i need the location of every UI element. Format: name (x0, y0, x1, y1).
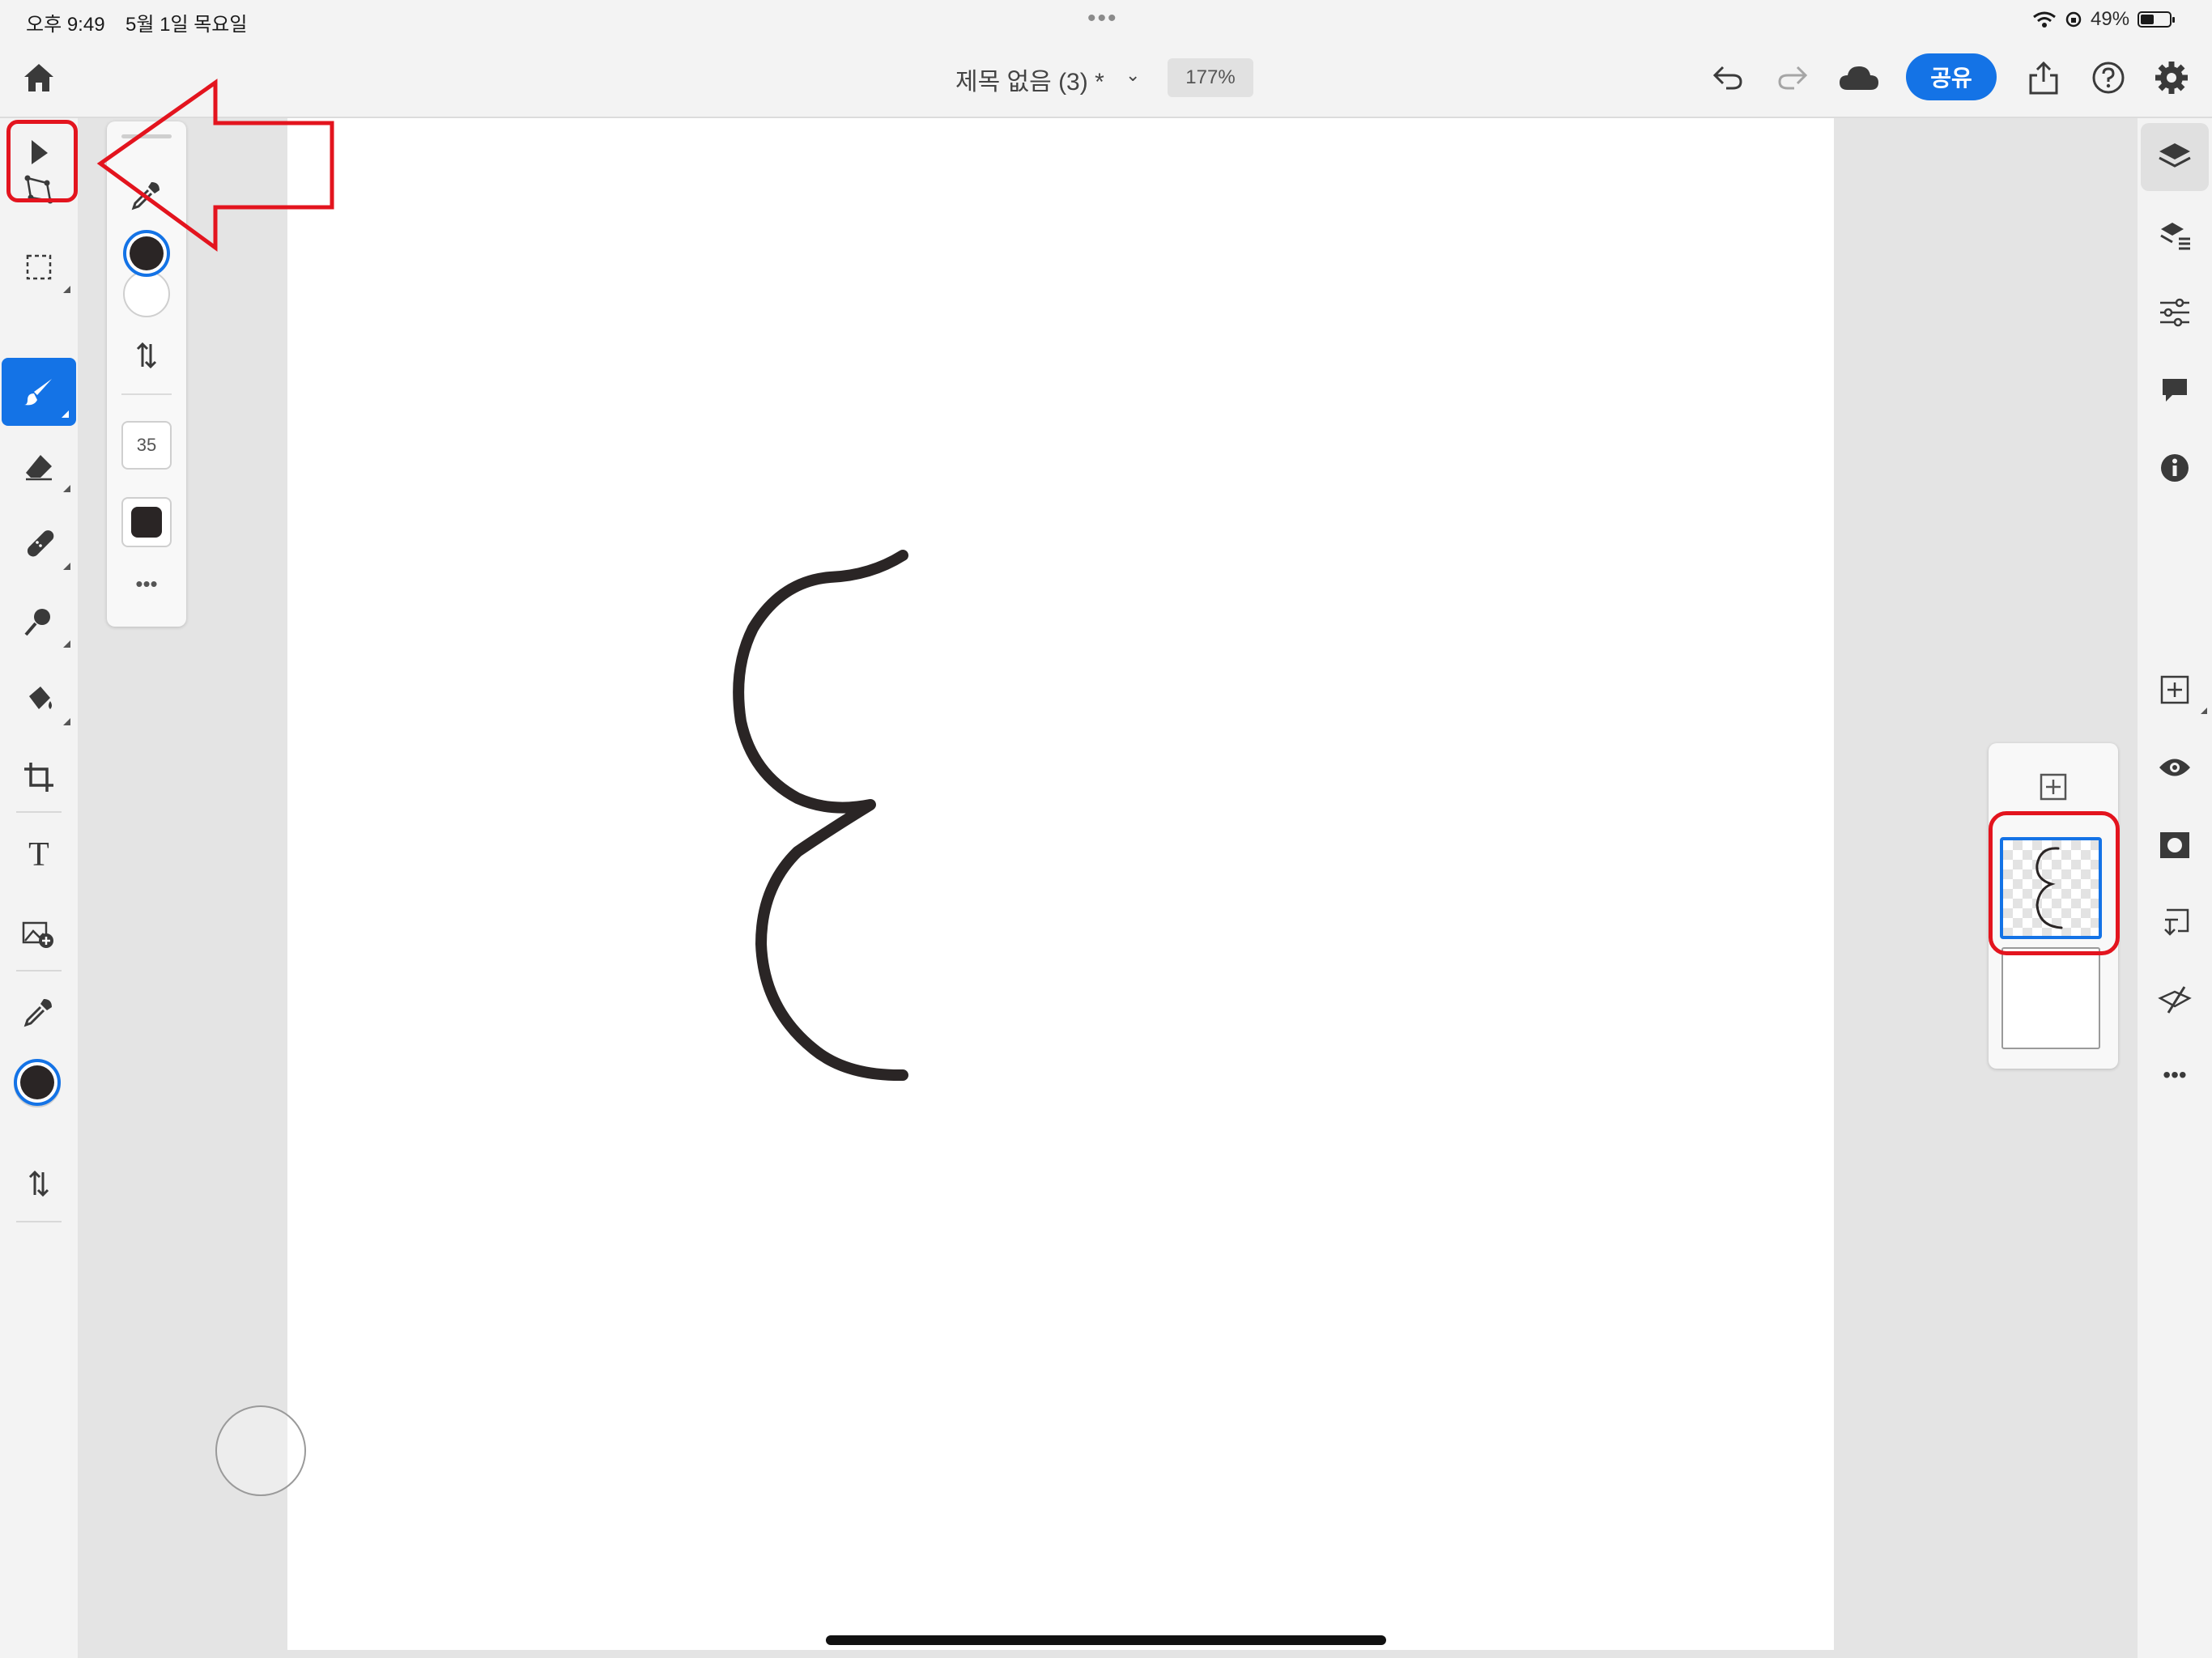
add-layer-icon[interactable] (2138, 656, 2212, 724)
zoom-level[interactable]: 177% (1168, 58, 1253, 97)
brush-tip-shape[interactable] (121, 497, 172, 547)
panel-divider (121, 393, 172, 395)
wifi-icon (2033, 11, 2056, 28)
foreground-color-swatch[interactable] (14, 1059, 61, 1106)
flyout-indicator (62, 410, 69, 418)
status-right: 49% (2032, 8, 2176, 31)
flyout-indicator (63, 640, 70, 648)
export-icon[interactable] (2023, 57, 2065, 99)
toolbar-divider (16, 1221, 62, 1222)
adjustments-icon[interactable] (2138, 278, 2212, 346)
brush-tool[interactable] (2, 358, 76, 426)
flyout-indicator (63, 485, 70, 492)
place-image-tool[interactable] (0, 899, 78, 967)
type-tool-glyph: T (28, 836, 49, 874)
status-date: 5월 1일 목요일 (125, 14, 248, 36)
home-indicator (826, 1635, 1386, 1645)
flyout-indicator (63, 286, 70, 293)
settings-icon[interactable] (2150, 57, 2193, 99)
document-title[interactable]: 제목 없음 (3) * (955, 62, 1104, 97)
annotation-highlight-select-tool (6, 120, 78, 202)
flyout-indicator (63, 563, 70, 570)
share-button[interactable]: 공유 (1906, 53, 1997, 100)
swap-colors-icon[interactable] (125, 334, 168, 377)
status-time: 오후 9:49 (26, 14, 105, 36)
home-icon[interactable] (18, 57, 60, 99)
orientation-lock-icon (2065, 11, 2082, 28)
toolbar-divider (16, 811, 62, 813)
right-toolbar: ••• (2138, 118, 2212, 1658)
mask-icon[interactable] (2138, 811, 2212, 879)
layer-thumbnail-background[interactable] (2001, 947, 2100, 1049)
battery-percent: 49% (2091, 8, 2130, 30)
multitasking-dots[interactable]: ••• (1087, 5, 1118, 32)
cloud-icon[interactable] (1835, 57, 1883, 99)
layer-properties-icon[interactable] (2138, 201, 2212, 269)
annotation-highlight-layer (1989, 811, 2120, 955)
undo-icon[interactable] (1707, 57, 1749, 99)
clipping-mask-icon[interactable] (2138, 889, 2212, 957)
flyout-indicator (63, 718, 70, 725)
merge-down-icon[interactable] (2138, 967, 2212, 1035)
background-color-swatch[interactable] (123, 270, 170, 317)
brush-stroke (733, 550, 908, 1082)
document-canvas[interactable] (287, 118, 1834, 1650)
more-icon[interactable]: ••• (2138, 1041, 2212, 1109)
annotation-arrow (96, 79, 334, 252)
healing-tool[interactable] (0, 510, 78, 578)
layers-icon[interactable] (2141, 123, 2209, 191)
info-icon[interactable] (2138, 434, 2212, 502)
marquee-selection-tool[interactable] (0, 233, 78, 301)
add-layer-button[interactable] (2031, 764, 2076, 810)
brush-size-field[interactable]: 35 (121, 421, 172, 470)
battery-icon (2138, 11, 2176, 28)
eyedropper-tool[interactable] (0, 978, 78, 1046)
more-options-icon[interactable]: ••• (125, 572, 168, 604)
redo-icon[interactable] (1772, 57, 1814, 99)
crop-tool[interactable] (0, 743, 78, 811)
touch-shortcut-button[interactable] (215, 1405, 306, 1496)
help-icon[interactable] (2087, 57, 2129, 99)
eraser-tool[interactable] (0, 432, 78, 500)
chevron-down-icon[interactable]: ⌄ (1125, 65, 1140, 86)
visibility-icon[interactable] (2138, 733, 2212, 801)
comments-icon[interactable] (2138, 356, 2212, 424)
fill-tool[interactable] (0, 665, 78, 733)
left-toolbar: T (0, 118, 78, 1658)
swap-colors-icon[interactable] (0, 1150, 78, 1218)
toolbar-divider (16, 970, 62, 971)
flyout-indicator (2201, 708, 2207, 714)
clone-stamp-tool[interactable] (0, 588, 78, 656)
type-tool[interactable]: T (0, 821, 78, 889)
